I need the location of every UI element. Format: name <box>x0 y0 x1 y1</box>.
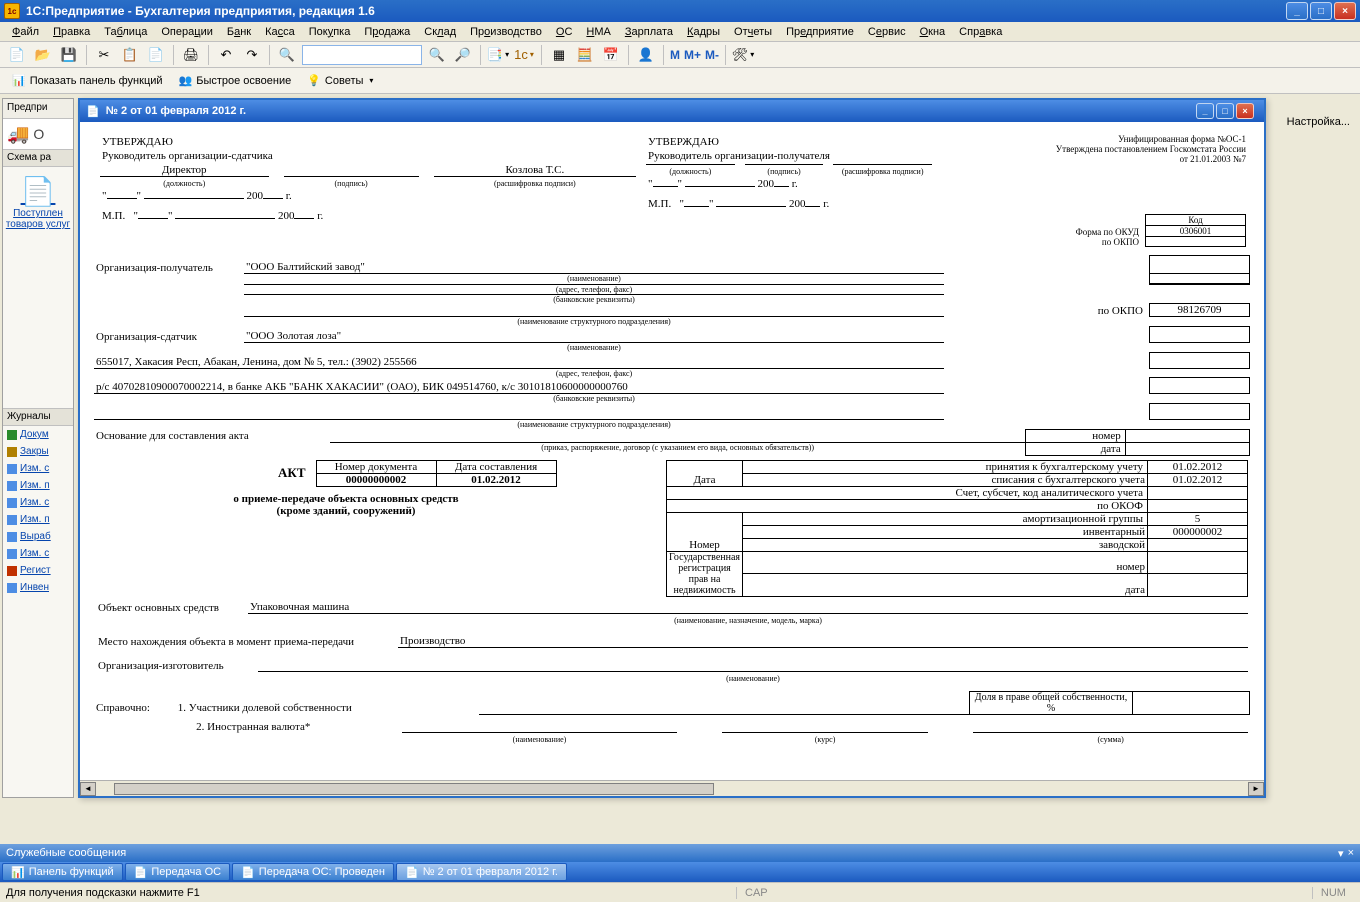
scroll-thumb[interactable] <box>114 783 714 795</box>
service-messages-bar: Служебные сообщения ▾× <box>0 844 1360 862</box>
truck-icon: 🚚 <box>7 124 29 145</box>
menu-os[interactable]: ОС <box>550 24 579 40</box>
ic-icon[interactable]: 1c▾ <box>513 44 535 66</box>
work-area: Предпри 🚚 О Схема ра 📄 Поступлен товаров… <box>0 94 1360 844</box>
svc-pin-icon[interactable]: ▾ <box>1338 847 1344 860</box>
search-input[interactable] <box>302 45 422 65</box>
taskbar-item[interactable]: 📊 Панель функций <box>2 863 123 881</box>
sheet-icon[interactable]: ▦ <box>548 44 570 66</box>
journal-item[interactable]: Докум <box>3 426 73 443</box>
user-icon[interactable]: 👤 <box>635 44 657 66</box>
m-plus-button[interactable]: M+ <box>684 48 701 62</box>
app-icon: 1c <box>4 3 20 19</box>
left-tab[interactable]: Предпри <box>3 99 73 119</box>
paste-icon[interactable]: 📄 <box>145 44 167 66</box>
m-button[interactable]: M <box>670 48 680 62</box>
new-doc-icon[interactable]: 📄 <box>6 44 28 66</box>
find-icon[interactable]: 🔍 <box>276 44 298 66</box>
journal-item[interactable]: Выраб <box>3 528 73 545</box>
menu-edit[interactable]: Правка <box>47 24 96 40</box>
svc-close-icon[interactable]: × <box>1348 847 1354 860</box>
menu-operations[interactable]: Операции <box>155 24 218 40</box>
main-titlebar: 1c 1С:Предприятие - Бухгалтерия предприя… <box>0 0 1360 22</box>
doc-titlebar: 📄 № 2 от 01 февраля 2012 г. _ □ × <box>80 100 1264 122</box>
close-button[interactable]: × <box>1334 2 1356 20</box>
taskbar-item[interactable]: 📄 Передача ОС <box>125 863 230 881</box>
panel-header: 🚚 О <box>3 119 73 149</box>
menu-service[interactable]: Сервис <box>862 24 912 40</box>
doc-title: № 2 от 01 февраля 2012 г. <box>106 105 246 117</box>
cut-icon[interactable]: ✂ <box>93 44 115 66</box>
find-prev-icon[interactable]: 🔎 <box>452 44 474 66</box>
copy-icon[interactable]: 📋 <box>119 44 141 66</box>
menu-bank[interactable]: Банк <box>221 24 257 40</box>
scroll-right-icon[interactable]: ► <box>1248 782 1264 796</box>
status-bar: Для получения подсказки нажмите F1 CAP N… <box>0 882 1360 902</box>
main-menu: Файл Правка Таблица Операции Банк Касса … <box>0 22 1360 42</box>
toolbar-main: 📄 📂 💾 ✂ 📋 📄 🖨 ↶ ↷ 🔍 🔍 🔎 📑▾ 1c▾ ▦ 🧮 📅 👤 M… <box>0 42 1360 68</box>
journal-item[interactable]: Изм. с <box>3 460 73 477</box>
menu-reports[interactable]: Отчеты <box>728 24 778 40</box>
print-icon[interactable]: 🖨 <box>180 44 202 66</box>
status-num: NUM <box>1312 887 1354 899</box>
doc-close-button[interactable]: × <box>1236 103 1254 119</box>
undo-icon[interactable]: ↶ <box>215 44 237 66</box>
scroll-left-icon[interactable]: ◄ <box>80 782 96 796</box>
menu-sale[interactable]: Продажа <box>358 24 416 40</box>
schema-header: Схема ра <box>3 149 73 167</box>
journal-item[interactable]: Изм. с <box>3 494 73 511</box>
menu-kadry[interactable]: Кадры <box>681 24 726 40</box>
copy-sheet-icon[interactable]: 📑▾ <box>487 44 509 66</box>
journal-item[interactable]: Изм. с <box>3 545 73 562</box>
calc-icon[interactable]: 🧮 <box>574 44 596 66</box>
menu-salary[interactable]: Зарплата <box>619 24 679 40</box>
journal-item[interactable]: Закры <box>3 443 73 460</box>
doc-maximize-button[interactable]: □ <box>1216 103 1234 119</box>
menu-file[interactable]: Файл <box>6 24 45 40</box>
menu-purchase[interactable]: Покупка <box>303 24 357 40</box>
toolbar-secondary: 📊 Показать панель функций 👥 Быстрое осво… <box>0 68 1360 94</box>
menu-windows[interactable]: Окна <box>914 24 952 40</box>
config-link[interactable]: Настройка... <box>1287 116 1350 128</box>
menu-stock[interactable]: Склад <box>418 24 462 40</box>
open-icon[interactable]: 📂 <box>32 44 54 66</box>
menu-help[interactable]: Справка <box>953 24 1008 40</box>
redo-icon[interactable]: ↷ <box>241 44 263 66</box>
status-hint: Для получения подсказки нажмите F1 <box>6 887 200 899</box>
doc-body: УТВЕРЖДАЮ Руководитель организации-сдатч… <box>80 122 1264 796</box>
menu-enterprise[interactable]: Предприятие <box>780 24 860 40</box>
journal-item[interactable]: Инвен <box>3 579 73 596</box>
journal-item[interactable]: Изм. п <box>3 511 73 528</box>
maximize-button[interactable]: □ <box>1310 2 1332 20</box>
journal-item[interactable]: Изм. п <box>3 477 73 494</box>
doc-scrollbar[interactable]: ◄ ► <box>80 780 1264 796</box>
menu-kassa[interactable]: Касса <box>259 24 301 40</box>
doc-minimize-button[interactable]: _ <box>1196 103 1214 119</box>
document-window: 📄 № 2 от 01 февраля 2012 г. _ □ × УТВЕРЖ… <box>78 98 1266 798</box>
save-icon[interactable]: 💾 <box>58 44 80 66</box>
minimize-button[interactable]: _ <box>1286 2 1308 20</box>
calendar-icon[interactable]: 📅 <box>600 44 622 66</box>
menu-production[interactable]: Производство <box>464 24 548 40</box>
settings-icon[interactable]: 🛠▾ <box>732 44 754 66</box>
journal-item[interactable]: Регист <box>3 562 73 579</box>
left-panel: Предпри 🚚 О Схема ра 📄 Поступлен товаров… <box>2 98 74 798</box>
app-title: 1С:Предприятие - Бухгалтерия предприятия… <box>26 4 375 18</box>
show-panel-button[interactable]: 📊 Показать панель функций <box>6 72 169 89</box>
menu-table[interactable]: Таблица <box>98 24 153 40</box>
doc-icon: 📄 <box>86 105 100 118</box>
big-doc-link[interactable]: 📄 Поступлен товаров услуг <box>3 167 73 238</box>
find-next-icon[interactable]: 🔍 <box>426 44 448 66</box>
menu-nma[interactable]: НМА <box>580 24 616 40</box>
taskbar-item[interactable]: 📄 Передача ОС: Проведен <box>232 863 394 881</box>
window-taskbar: 📊 Панель функций 📄 Передача ОС 📄 Передач… <box>0 862 1360 882</box>
m-minus-button[interactable]: M- <box>705 48 719 62</box>
doc-page: УТВЕРЖДАЮ Руководитель организации-сдатч… <box>80 122 1264 756</box>
taskbar-item[interactable]: 📄 № 2 от 01 февраля 2012 г. <box>396 863 567 881</box>
quick-learn-button[interactable]: 👥 Быстрое освоение <box>173 72 298 89</box>
journals-header: Журналы <box>3 408 73 426</box>
status-cap: CAP <box>736 887 776 899</box>
tips-button[interactable]: 💡 Советы▾ <box>301 72 379 89</box>
